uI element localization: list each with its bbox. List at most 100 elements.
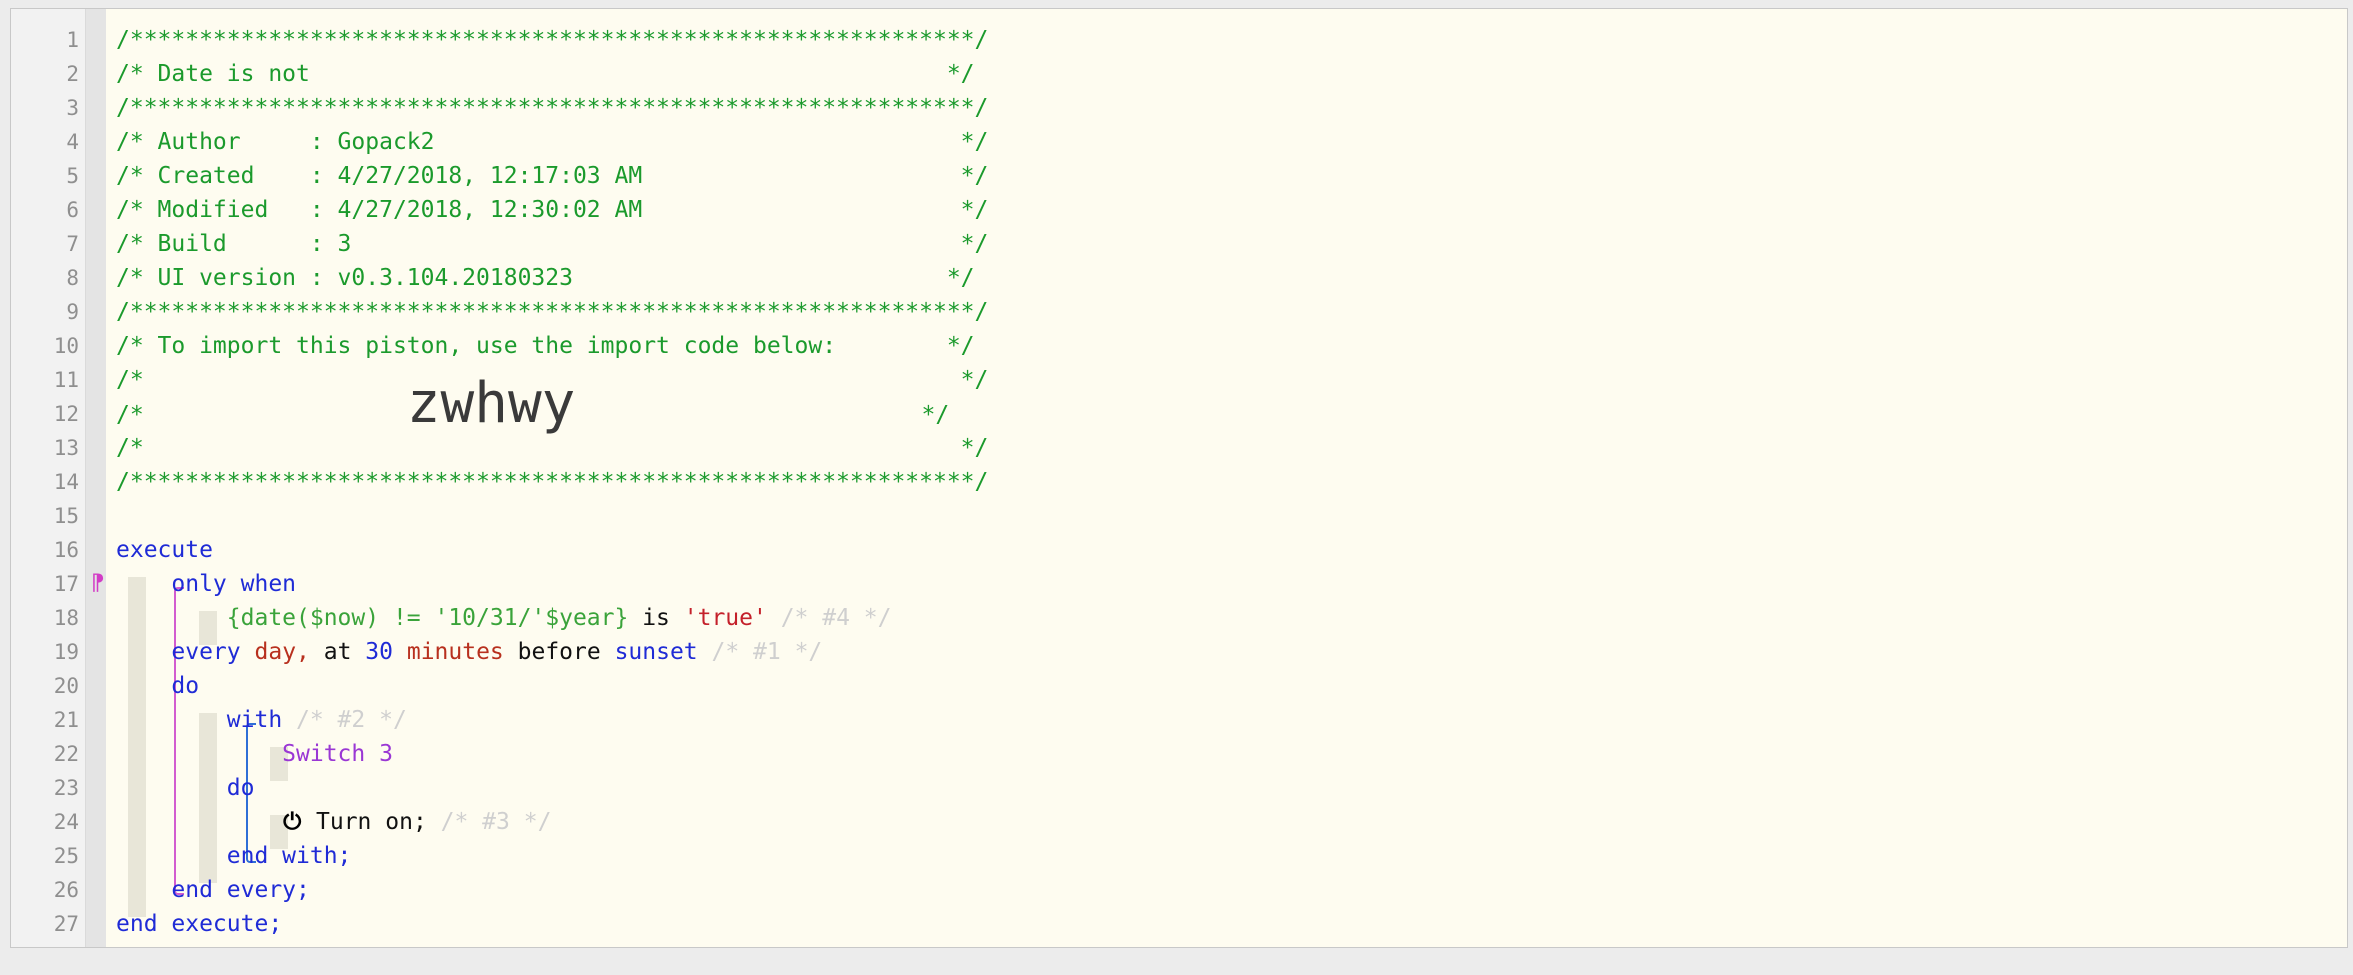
code-text: {date($now) != '10/31/'$year} is 'true' … bbox=[116, 601, 892, 635]
code-line[interactable]: 7 /* Build : 3 */ bbox=[11, 227, 2347, 261]
code-token: /* Modified : 4/27/2018, 12:30:02 AM */ bbox=[116, 197, 989, 223]
line-number: 5 bbox=[66, 164, 79, 188]
code-text: /* UI version : v0.3.104.20180323 */ bbox=[116, 261, 975, 295]
code-token: /* */ bbox=[116, 435, 989, 461]
code-text: /* Date is not */ bbox=[116, 57, 975, 91]
line-number: 4 bbox=[66, 130, 79, 154]
code-text: /* zwhwy */ bbox=[116, 376, 949, 432]
code-text: with /* #2 */ bbox=[116, 703, 407, 737]
code-token: day, bbox=[254, 639, 310, 665]
code-token: minutes bbox=[406, 639, 504, 665]
code-text: end execute; bbox=[116, 907, 282, 941]
code-line[interactable]: 15 bbox=[11, 499, 2347, 533]
code-token: is bbox=[628, 605, 684, 631]
code-line[interactable]: 4 /* Author : Gopack2 */ bbox=[11, 125, 2347, 159]
line-number: 15 bbox=[53, 504, 79, 528]
code-text: /***************************************… bbox=[116, 465, 988, 499]
code-token: /***************************************… bbox=[116, 95, 989, 121]
code-line[interactable]: 12 /* zwhwy */ bbox=[11, 376, 2347, 432]
code-text: /***************************************… bbox=[116, 295, 988, 329]
code-editor: ⁋ 1/************************************… bbox=[10, 8, 2348, 948]
code-line[interactable]: 14 /*************************************… bbox=[11, 465, 2347, 499]
code-token: at bbox=[309, 639, 366, 665]
code-line[interactable]: 8 /* UI version : v0.3.104.20180323 */ bbox=[11, 261, 2347, 295]
line-number: 11 bbox=[53, 368, 79, 392]
code-line[interactable]: 27 end execute; bbox=[11, 907, 2347, 941]
line-number: 12 bbox=[53, 402, 79, 426]
line-number: 16 bbox=[53, 538, 79, 562]
line-number: 6 bbox=[66, 198, 79, 222]
code-token: Switch 3 bbox=[282, 741, 393, 767]
line-number: 17 bbox=[53, 572, 79, 596]
code-token: /***************************************… bbox=[116, 469, 989, 495]
code-text: /* Modified : 4/27/2018, 12:30:02 AM */ bbox=[116, 193, 988, 227]
code-line[interactable]: 10 /* To import this piston, use the impo… bbox=[11, 329, 2347, 363]
code-token: /* UI version : v0.3.104.20180323 */ bbox=[116, 265, 975, 291]
code-text: /* To import this piston, use the import… bbox=[116, 329, 975, 363]
code-token: 'true' bbox=[683, 605, 767, 631]
line-number: 10 bbox=[53, 334, 79, 358]
code-token: do bbox=[226, 775, 255, 801]
line-number: 21 bbox=[53, 708, 79, 732]
code-line[interactable]: 22 Switch 3 bbox=[11, 737, 2347, 771]
code-token: /* Author : Gopack2 */ bbox=[116, 129, 989, 155]
code-line[interactable]: 25 end with; bbox=[11, 839, 2347, 873]
code-line[interactable]: 19 every day, at 30 minutes before sunse… bbox=[11, 635, 2347, 669]
code-token: /***************************************… bbox=[116, 299, 989, 325]
code-text: /* Created : 4/27/2018, 12:17:03 AM */ bbox=[116, 159, 988, 193]
code-line[interactable]: 16 execute bbox=[11, 533, 2347, 567]
code-line[interactable]: 5 /* Created : 4/27/2018, 12:17:03 AM */ bbox=[11, 159, 2347, 193]
code-line[interactable]: 26 end every; bbox=[11, 873, 2347, 907]
code-text: ⏻ Turn on; /* #3 */ bbox=[116, 805, 551, 839]
code-text: /* Build : 3 */ bbox=[116, 227, 988, 261]
power-icon: ⏻ bbox=[283, 809, 302, 835]
code-text: execute bbox=[116, 533, 213, 567]
line-number: 23 bbox=[53, 776, 79, 800]
line-number: 18 bbox=[53, 606, 79, 630]
code-token: /***************************************… bbox=[116, 27, 989, 53]
line-number: 20 bbox=[53, 674, 79, 698]
code-line[interactable]: 20 do bbox=[11, 669, 2347, 703]
line-number: 8 bbox=[66, 266, 79, 290]
code-line[interactable]: 2 /* Date is not */ bbox=[11, 57, 2347, 91]
code-token: before bbox=[503, 639, 615, 665]
code-token: /* Created : 4/27/2018, 12:17:03 AM */ bbox=[116, 163, 989, 189]
code-text: do bbox=[116, 669, 199, 703]
code-line[interactable]: 23 do bbox=[11, 771, 2347, 805]
line-number: 9 bbox=[66, 300, 79, 324]
code-token: only when bbox=[171, 571, 297, 597]
code-text: end every; bbox=[116, 873, 309, 907]
code-line[interactable]: 18 {date($now) != '10/31/'$year} is 'tru… bbox=[11, 601, 2347, 635]
code-token: 30 bbox=[365, 639, 393, 665]
code-text: only when bbox=[116, 567, 296, 601]
line-number: 22 bbox=[53, 742, 79, 766]
line-number: 25 bbox=[53, 844, 79, 868]
line-number: 2 bbox=[66, 62, 79, 86]
code-line[interactable]: 24 ⏻ Turn on; /* #3 */ bbox=[11, 805, 2347, 839]
code-text: do bbox=[116, 771, 255, 805]
line-number: 14 bbox=[53, 470, 79, 494]
line-number: 3 bbox=[66, 96, 79, 120]
line-number: 27 bbox=[53, 912, 79, 936]
code-token: /* #4 */ bbox=[766, 605, 892, 631]
code-line[interactable]: 21 with /* #2 */ bbox=[11, 703, 2347, 737]
code-token: /* bbox=[116, 402, 407, 428]
code-token: /* #2 */ bbox=[282, 707, 407, 733]
code-text: /***************************************… bbox=[116, 91, 988, 125]
code-line[interactable]: 6 /* Modified : 4/27/2018, 12:30:02 AM */ bbox=[11, 193, 2347, 227]
code-line[interactable]: 3 /**************************************… bbox=[11, 91, 2347, 125]
code-line[interactable]: 9 /**************************************… bbox=[11, 295, 2347, 329]
code-token: end with; bbox=[226, 843, 352, 869]
code-line[interactable]: 1 /**************************************… bbox=[11, 23, 2347, 57]
code-line[interactable]: 17 only when bbox=[11, 567, 2347, 601]
code-line[interactable]: 13 /* */ bbox=[11, 431, 2347, 465]
code-token: Turn on; bbox=[302, 809, 427, 835]
